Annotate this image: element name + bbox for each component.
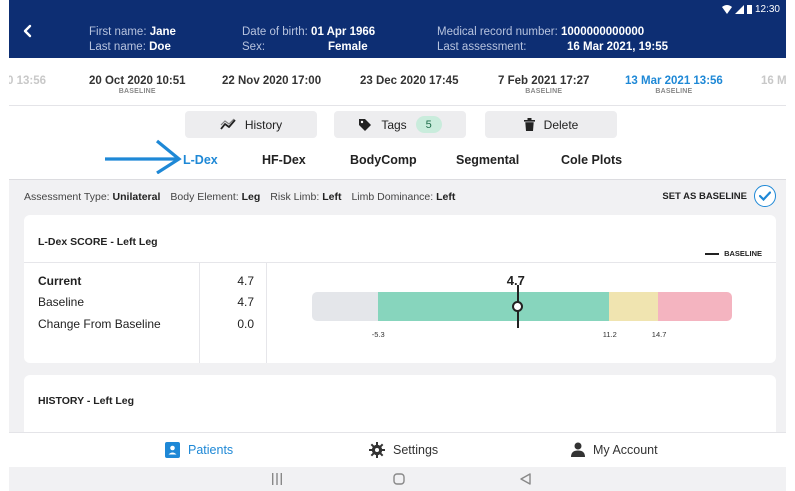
last-assessment-label: Last assessment: [437,41,527,53]
limb-dominance: Limb Dominance: Left [351,191,456,203]
nav-patients-label: Patients [188,443,234,457]
divider [199,263,200,363]
history-card-title: HISTORY - Left Leg [38,395,135,407]
gear-icon [369,442,385,458]
gauge-zone [608,292,658,321]
divider [266,263,267,363]
action-panel: History Tags 5 Delete L-Dex HF-Dex BodyC… [9,106,786,180]
tab-hf-dex[interactable]: HF-Dex [262,153,306,167]
status-bar: 12:30 [721,4,780,15]
baseline-legend: BASELINE [705,249,762,258]
change-label: Change From Baseline [38,317,161,331]
sex-label: Sex: [242,41,266,53]
gauge-zone [312,292,378,321]
tab-cole-plots[interactable]: Cole Plots [561,153,622,167]
signal-icon [734,5,744,14]
back-nav-icon[interactable] [520,473,531,485]
nav-settings[interactable]: Settings [369,442,438,458]
mrn-label: Medical record number: [437,26,558,38]
gauge-zone [377,292,609,321]
trend-icon [220,118,236,130]
name-block: First name: Jane Last name: Doe [89,25,176,55]
tags-label: Tags [381,117,407,132]
system-navigation-bar [9,467,786,491]
last-name-label: Last name: [89,41,146,53]
nav-my-account[interactable]: My Account [571,442,658,457]
delete-button[interactable]: Delete [485,111,617,138]
nav-patients[interactable]: Patients [165,442,233,458]
baseline-tag: BASELINE [655,88,693,95]
sex: Female [328,41,368,53]
last-name: Doe [149,41,171,53]
timeline-item[interactable]: 22 Nov 2020 17:00 [222,75,321,87]
timeline-item[interactable]: 0 13:56 [9,75,46,87]
wifi-icon [721,5,732,14]
last-assessment: 16 Mar 2021, 19:55 [567,41,669,53]
patients-icon [165,442,180,458]
gauge-tick-label: -5.3 [371,330,385,339]
battery-icon [746,5,752,14]
gauge-tick-label: 11.2 [602,330,617,339]
tab-l-dex[interactable]: L-Dex [183,153,218,167]
score-card-title: L-Dex SCORE - Left Leg [38,236,158,248]
history-label: History [244,117,283,132]
baseline-value: 4.7 [237,295,254,309]
home-icon[interactable] [393,473,405,485]
set-baseline-control[interactable]: SET AS BASELINE [662,185,776,207]
body-element: Body Element: Leg [170,191,261,203]
assessment-info-bar: Assessment Type: Unilateral Body Element… [9,180,786,214]
app-window: 12:30 First name: Jane Last name: Doe Da… [9,0,786,491]
delete-label: Delete [543,117,579,132]
first-name: Jane [149,26,176,38]
clock: 12:30 [754,4,780,15]
set-baseline-checkbox[interactable] [754,185,776,207]
dob-block: Date of birth: 01 Apr 1966 Sex: Female [242,25,375,55]
baseline-tag: BASELINE [118,88,156,95]
person-icon [571,442,585,457]
baseline-legend-label: BASELINE [724,249,762,258]
trash-icon [523,118,535,131]
timeline-item[interactable]: 7 Feb 2021 17:27 BASELINE [498,75,589,95]
timeline-item[interactable]: 20 Oct 2020 10:51 BASELINE [89,75,186,95]
analysis-tabs: L-Dex HF-Dex BodyComp Segmental Cole Plo… [9,153,786,171]
assessment-type: Assessment Type: Unilateral [24,191,161,203]
mrn: 1000000000000 [561,26,645,38]
nav-my-account-label: My Account [593,442,658,457]
divider [24,262,776,263]
first-name-label: First name: [89,26,147,38]
set-baseline-label: SET AS BASELINE [662,190,747,202]
tags-count-badge: 5 [415,116,442,133]
dob: 01 Apr 1966 [311,26,376,38]
back-arrow-icon[interactable] [21,24,35,38]
history-card: HISTORY - Left Leg [24,375,776,435]
timeline-item[interactable]: 23 Dec 2020 17:45 [360,75,458,87]
risk-limb: Risk Limb: Left [270,191,342,203]
record-block: Medical record number: 1000000000000 Las… [437,25,668,55]
history-button[interactable]: History [185,111,317,138]
current-label: Current [38,274,82,288]
tab-segmental[interactable]: Segmental [456,153,519,167]
gauge-zone [657,292,732,321]
baseline-label: Baseline [38,295,85,309]
dob-label: Date of birth: [242,26,308,38]
bottom-navigation: Patients Settings My Account [9,432,786,467]
baseline-legend-line [705,252,720,255]
l-dex-score-card: L-Dex SCORE - Left Leg BASELINE Current … [24,215,776,363]
change-value: 0.0 [237,317,254,331]
tag-icon [359,118,372,131]
timeline-item-selected[interactable]: 13 Mar 2021 13:56 BASELINE [625,75,723,95]
recents-icon[interactable] [272,473,282,485]
tags-button[interactable]: Tags 5 [334,111,466,138]
tab-bodycomp[interactable]: BodyComp [350,153,417,167]
check-icon [759,191,771,201]
timeline-item[interactable]: 16 M [761,75,786,87]
nav-settings-label: Settings [393,443,439,457]
patient-header: 12:30 First name: Jane Last name: Doe Da… [9,0,786,58]
baseline-tag: BASELINE [525,88,563,95]
gauge-tick-label: 14.7 [651,330,667,339]
current-value: 4.7 [237,274,254,288]
assessment-timeline[interactable]: 0 13:56 20 Oct 2020 10:51 BASELINE 22 No… [9,58,786,106]
